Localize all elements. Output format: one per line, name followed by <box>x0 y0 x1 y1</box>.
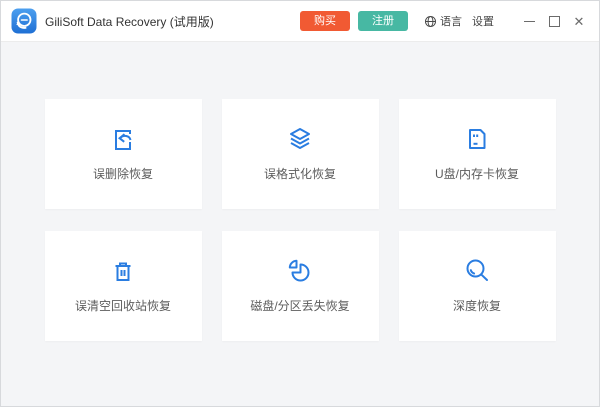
card-usb-memorycard-recovery[interactable]: U盘/内存卡恢复 <box>398 99 556 209</box>
window-title: GiliSoft Data Recovery (试用版) <box>45 14 214 29</box>
card-undelete-recovery[interactable]: 误删除恢复 <box>44 99 202 209</box>
recovery-mode-grid: 误删除恢复 误格式化恢复 U盘/内存卡恢复 误清空回收站恢复 磁盘/分区丢失恢复… <box>1 42 599 406</box>
buy-button[interactable]: 购买 <box>300 11 350 31</box>
trash-icon <box>107 255 139 287</box>
card-format-recovery[interactable]: 误格式化恢复 <box>221 99 379 209</box>
app-logo-icon <box>11 8 37 34</box>
card-recycle-bin-recovery[interactable]: 误清空回收站恢复 <box>44 231 202 341</box>
settings-menu[interactable]: 设置 <box>472 13 494 29</box>
titlebar: GiliSoft Data Recovery (试用版) 购买 注册 语言 设置… <box>1 1 599 42</box>
card-label: 误格式化恢复 <box>263 167 336 181</box>
globe-icon <box>424 15 437 27</box>
register-button[interactable]: 注册 <box>358 11 408 31</box>
card-label: 误清空回收站恢复 <box>74 299 171 313</box>
layers-icon <box>284 123 316 155</box>
pie-chart-icon <box>284 255 316 287</box>
memory-card-icon <box>461 123 493 155</box>
undelete-file-icon <box>107 123 139 155</box>
close-icon[interactable]: ✕ <box>571 13 587 29</box>
magnifier-icon <box>461 255 493 287</box>
maximize-icon[interactable] <box>546 13 562 29</box>
card-label: 磁盘/分区丢失恢复 <box>250 299 350 313</box>
language-label: 语言 <box>440 16 462 28</box>
card-label: 误删除恢复 <box>92 167 153 181</box>
card-label: U盘/内存卡恢复 <box>434 167 519 181</box>
minimize-icon[interactable] <box>521 13 537 29</box>
language-menu[interactable]: 语言 <box>424 13 462 29</box>
card-partition-loss-recovery[interactable]: 磁盘/分区丢失恢复 <box>221 231 379 341</box>
card-deep-recovery[interactable]: 深度恢复 <box>398 231 556 341</box>
window-controls: ✕ <box>512 13 587 29</box>
app-window: GiliSoft Data Recovery (试用版) 购买 注册 语言 设置… <box>0 0 600 407</box>
settings-label: 设置 <box>472 16 494 28</box>
card-label: 深度恢复 <box>452 299 501 313</box>
